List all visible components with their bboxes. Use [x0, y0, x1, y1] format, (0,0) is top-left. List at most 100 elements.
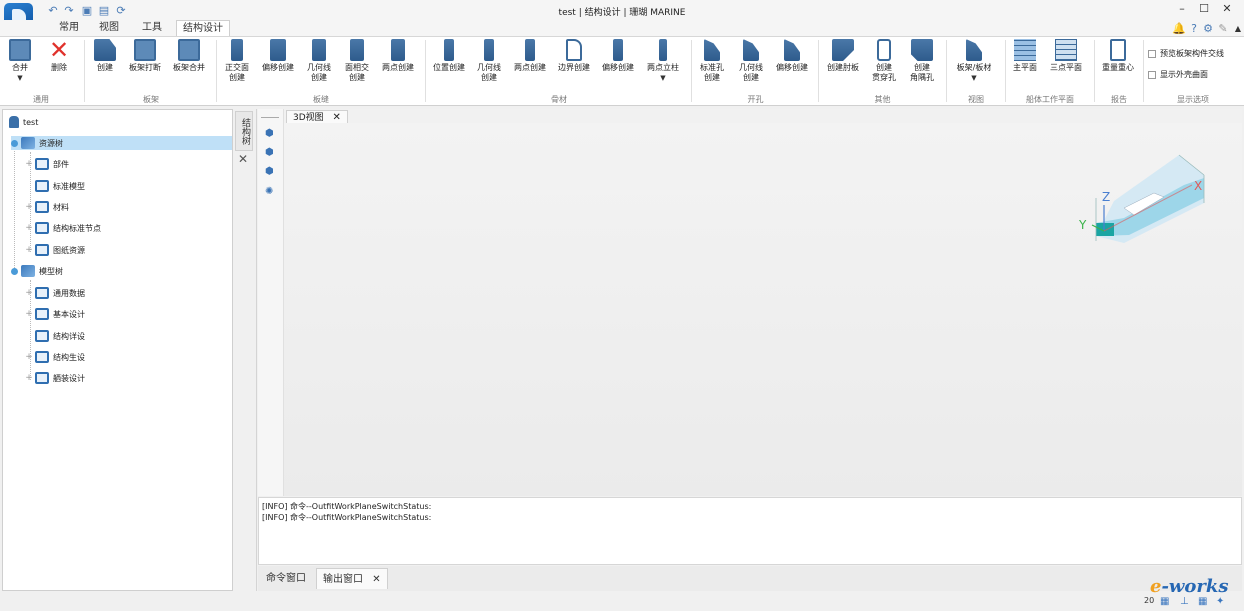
model-tree-icon — [21, 265, 35, 277]
bracket-button[interactable]: 创建肘板 — [824, 39, 862, 73]
offset-hole-button[interactable]: 偏移创建 — [773, 39, 811, 73]
tree-node-parts[interactable]: + 部件 — [25, 157, 69, 171]
folder-icon — [35, 201, 49, 213]
cube-top-icon[interactable]: ⬢ — [265, 166, 276, 177]
checkbox-box[interactable] — [1148, 49, 1156, 58]
group-label-view: 视图 — [968, 95, 984, 104]
help-icon[interactable]: ? — [1187, 21, 1201, 35]
close-icon[interactable]: ✕ — [333, 112, 341, 123]
expand-icon[interactable]: + — [25, 223, 33, 233]
collapse-icon[interactable] — [11, 267, 18, 275]
two-point-create-button[interactable]: 两点创建 — [379, 39, 417, 73]
layer-icon[interactable]: ▦ — [1198, 596, 1207, 607]
view-toolbar: ⬢ ⬢ ⬢ ✺ — [258, 109, 284, 496]
tree-node-general-data[interactable]: + 通用数据 — [25, 286, 85, 300]
close-button[interactable]: ✕ — [1215, 2, 1239, 18]
expand-icon[interactable]: + — [25, 202, 33, 212]
geometry-line-stiffener-icon — [484, 39, 494, 61]
main-plane-button[interactable]: 主平面 — [1010, 39, 1040, 73]
close-icon[interactable]: ✕ — [238, 152, 248, 166]
tab-view[interactable]: 视图 — [94, 20, 124, 36]
cube-iso-icon[interactable]: ✺ — [265, 186, 276, 197]
panel-plate-view-button[interactable]: 板架/板材 ▼ — [953, 39, 995, 82]
tree-node-model-tree[interactable]: 模型树 — [11, 264, 63, 278]
search-settings-icon[interactable]: ⚙ — [1201, 21, 1215, 35]
preview-intersection-checkbox[interactable]: 预览板架构件交线 — [1148, 48, 1224, 59]
create-panel-icon — [94, 39, 116, 61]
group-divider — [1005, 40, 1006, 102]
grid-icon[interactable]: ▦ — [1160, 596, 1169, 607]
offset-create-button[interactable]: 偏移创建 — [259, 39, 297, 73]
weight-center-button[interactable]: 重量重心 — [1099, 39, 1137, 73]
boundary-create-button[interactable]: 边界创建 — [555, 39, 593, 73]
cube-front-icon[interactable]: ⬢ — [265, 128, 276, 139]
main-plane-icon — [1014, 39, 1036, 61]
tree-node-resource-tree[interactable]: 资源树 — [11, 136, 232, 150]
merge-icon — [9, 39, 31, 61]
panel-break-button[interactable]: 板架打断 — [126, 39, 164, 73]
geometry-line-stiffener-button[interactable]: 几何线 创建 — [474, 39, 504, 83]
chevron-down-icon: ▼ — [17, 74, 23, 82]
expand-icon[interactable]: + — [25, 288, 33, 298]
position-create-button[interactable]: 位置创建 — [430, 39, 468, 73]
geometry-line-create-button[interactable]: 几何线 创建 — [304, 39, 334, 83]
merge-button[interactable]: 合并 ▼ — [6, 39, 34, 82]
expand-icon[interactable]: + — [25, 245, 33, 255]
collapse-ribbon-icon[interactable]: ▲ — [1231, 21, 1244, 35]
panel-merge-button[interactable]: 板架合并 — [170, 39, 208, 73]
tab-command-window[interactable]: 命令窗口 — [260, 568, 312, 589]
tree-node-basic-design[interactable]: + 基本设计 — [25, 307, 85, 321]
offset-stiffener-button[interactable]: 偏移创建 — [599, 39, 637, 73]
expand-icon[interactable]: + — [25, 159, 33, 169]
tree-node-standard-nodes[interactable]: + 结构标准节点 — [25, 221, 101, 235]
tab-structure-design[interactable]: 结构设计 — [176, 20, 230, 36]
3d-viewport[interactable]: Z Y X — [284, 123, 1242, 496]
surface-intersect-button[interactable]: 面相交 创建 — [342, 39, 372, 83]
cube-side-icon[interactable]: ⬢ — [265, 147, 276, 158]
tab-structure-tree[interactable]: 结构树 — [235, 111, 253, 151]
ship-model — [1095, 154, 1205, 243]
show-shell-surface-checkbox[interactable]: 显示外壳曲面 — [1148, 69, 1208, 80]
three-point-plane-button[interactable]: 三点平面 — [1047, 39, 1085, 73]
two-point-pillar-button[interactable]: 两点立柱 ▼ — [644, 39, 682, 82]
tab-common[interactable]: 常用 — [54, 20, 84, 36]
checkbox-box[interactable] — [1148, 70, 1156, 79]
two-point-stiffener-button[interactable]: 两点创建 — [511, 39, 549, 73]
wrench-icon[interactable]: ✎ — [1216, 21, 1230, 35]
menu-tab-bar: 常用 视图 工具 结构设计 🔔 ? ⚙ ✎ ▲ — [0, 20, 1244, 36]
delete-button[interactable]: ✕ 删除 — [45, 38, 73, 73]
snap-icon[interactable]: ⊥ — [1180, 596, 1189, 607]
orthogonal-create-button[interactable]: 正交面 创建 — [222, 39, 252, 83]
geometry-hole-button[interactable]: 几何线 创建 — [736, 39, 766, 83]
corner-hole-icon — [911, 39, 933, 61]
bell-icon[interactable]: 🔔 — [1172, 21, 1186, 35]
expand-icon[interactable]: + — [25, 352, 33, 362]
compass-icon[interactable]: ✦ — [1216, 596, 1224, 607]
bracket-icon — [832, 39, 854, 61]
expand-icon[interactable]: + — [25, 309, 33, 319]
tree-root[interactable]: test — [9, 115, 38, 129]
x-axis-label: X — [1194, 179, 1202, 193]
maximize-button[interactable]: ☐ — [1192, 2, 1216, 18]
tab-output-window[interactable]: 输出窗口 ✕ — [316, 568, 388, 589]
tree-node-structure-detail[interactable]: 结构详设 — [25, 329, 85, 343]
minimize-button[interactable]: – — [1170, 2, 1194, 18]
tree-node-structure-production[interactable]: + 结构生设 — [25, 350, 85, 364]
tree-node-drawing-resources[interactable]: + 图纸资源 — [25, 243, 85, 257]
collapse-icon[interactable] — [11, 139, 18, 147]
document-tab-bar: 3D视图 ✕ — [284, 109, 1242, 123]
toolbar-grip[interactable] — [261, 117, 279, 118]
tree-node-material[interactable]: + 材料 — [25, 200, 69, 214]
tab-3d-view[interactable]: 3D视图 ✕ — [286, 110, 348, 123]
expand-icon[interactable]: + — [25, 373, 33, 383]
log-line: [INFO] 命令--OutfitWorkPlaneSwitchStatus: — [262, 513, 432, 522]
tree-node-outfitting-design[interactable]: + 舾装设计 — [25, 371, 85, 385]
create-panel-button[interactable]: 创建 — [91, 39, 119, 73]
close-icon[interactable]: ✕ — [372, 574, 380, 585]
tab-tools[interactable]: 工具 — [137, 20, 167, 36]
through-hole-button[interactable]: 创建 贯穿孔 — [869, 39, 899, 83]
output-log[interactable]: [INFO] 命令--OutfitWorkPlaneSwitchStatus: … — [258, 497, 1242, 565]
corner-hole-button[interactable]: 创建 角隅孔 — [907, 39, 937, 83]
standard-hole-button[interactable]: 标准孔 创建 — [697, 39, 727, 83]
tree-node-standard-model[interactable]: 标准模型 — [25, 179, 85, 193]
